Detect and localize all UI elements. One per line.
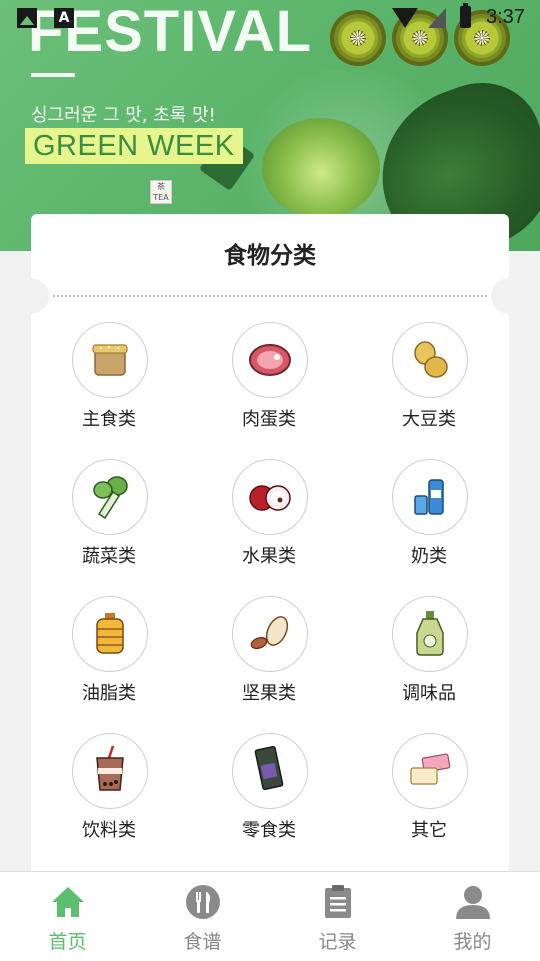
category-item-soybean[interactable]: 大豆类 [372,322,492,442]
bottom-nav: 首页 食谱 记录 我的 [0,871,540,961]
nav-label: 首页 [48,931,87,953]
utensils-icon [185,885,220,919]
category-icon-circle [72,596,148,672]
category-item-fruit[interactable]: 水果类 [212,459,332,579]
category-item-seasoning[interactable]: 调味品 [372,596,492,716]
category-item-other[interactable]: 其它 [372,733,492,853]
category-icon-circle [392,459,468,535]
category-item-nut[interactable]: 坚果类 [212,596,332,716]
category-label: 调味品 [402,683,456,704]
rice-sack-icon [92,344,128,376]
font-app-icon: A [54,8,74,28]
category-label: 饮料类 [82,820,136,841]
seaweed-snack-icon [254,746,284,791]
category-item-snack[interactable]: 零食类 [212,733,332,853]
wifi-icon [392,8,418,28]
category-icon-circle [232,459,308,535]
banner-divider [31,73,75,77]
category-icon-circle [392,322,468,398]
category-icon-circle [392,596,468,672]
bok-choy-icon [93,476,128,520]
category-label: 水果类 [242,546,296,567]
category-item-staple[interactable]: 主食类 [52,322,172,442]
category-item-milk[interactable]: 奶类 [372,459,492,579]
milk-icon [414,479,444,515]
banner-subheadline: GREEN WEEK [25,128,243,164]
nav-label: 我的 [453,931,492,953]
lychee-icon [249,485,291,511]
status-bar: A 3:37 [0,0,540,36]
nav-label: 食谱 [183,931,222,953]
cabbage-image [262,118,380,218]
banner-korean-text: 싱그러운 그 맛, 초록 맛! [31,105,216,126]
user-icon [455,886,490,919]
category-icon-circle [72,733,148,809]
category-label: 主食类 [82,409,136,430]
category-label: 蔬菜类 [82,546,136,567]
tea-tag: 茶 TEA [150,180,172,204]
food-category-card: 食物分类 主食类 肉蛋类 大豆类 蔬菜类 水果类 奶类 油脂类 坚果类 调味品 … [13,214,527,884]
home-icon [51,887,84,917]
status-time: 3:37 [486,6,525,28]
dotted-divider [53,295,487,297]
nav-item-home[interactable]: 首页 [0,872,135,961]
nav-label: 记录 [318,931,357,953]
category-label: 油脂类 [82,683,136,704]
category-label: 其它 [411,820,447,841]
category-icon-circle [232,596,308,672]
bubble-tea-icon [96,746,124,791]
category-label: 坚果类 [242,683,296,704]
category-icon-circle [72,459,148,535]
sauce-bottle-icon [416,611,444,656]
oil-jar-icon [96,613,124,654]
ticket-notch-left [13,278,49,314]
nav-item-profile[interactable]: 我的 [405,872,540,961]
category-item-meat-egg[interactable]: 肉蛋类 [212,322,332,442]
meat-icon [249,344,291,376]
category-label: 肉蛋类 [242,409,296,430]
battery-icon [460,3,471,28]
category-icon-circle [392,733,468,809]
soybean-icon [414,341,448,378]
card-title: 食物分类 [224,243,316,269]
category-icon-circle [232,733,308,809]
category-label: 大豆类 [402,409,456,430]
image-notification-icon [17,8,37,28]
almond-icon [250,616,289,650]
category-label: 零食类 [242,820,296,841]
category-label: 奶类 [411,546,447,567]
signal-icon [428,8,446,28]
other-food-icon [410,753,451,785]
nav-item-recipes[interactable]: 食谱 [135,872,270,961]
category-icon-circle [232,322,308,398]
category-item-oil[interactable]: 油脂类 [52,596,172,716]
ticket-notch-right [491,278,527,314]
category-item-drink[interactable]: 饮料类 [52,733,172,853]
category-icon-circle [72,322,148,398]
clipboard-icon [324,885,351,918]
category-item-vegetable[interactable]: 蔬菜类 [52,459,172,579]
nav-item-records[interactable]: 记录 [270,872,405,961]
